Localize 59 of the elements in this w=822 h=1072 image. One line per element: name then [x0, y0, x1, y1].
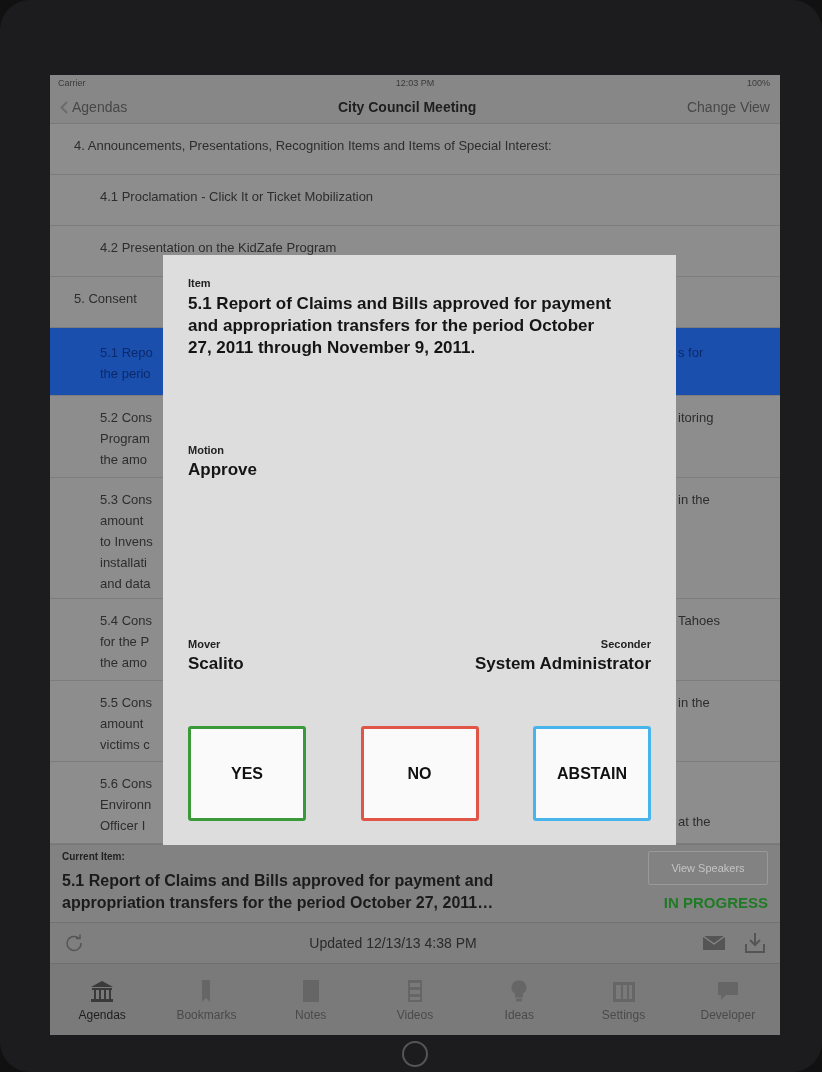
download-icon[interactable]	[744, 932, 766, 954]
agenda-item-text: 4.1 Proclamation - Click It or Ticket Mobilization	[100, 188, 374, 206]
mover-label: Mover	[188, 638, 222, 650]
view-speakers-button[interactable]: View Speakers	[648, 851, 768, 885]
tab-item[interactable]: Agendas	[57, 977, 148, 1022]
agenda-item-text: to Invens	[100, 532, 153, 551]
back-link[interactable]: Agendas	[60, 99, 128, 115]
current-item-text: 5.1 Report of Claims and Bills approved for payment and appropriation transfers for the period October 27, 2011…	[62, 871, 495, 913]
agenda-item-text: in the	[678, 490, 711, 509]
updated-label: Updated 12/13/13 4:38 PM	[308, 935, 478, 951]
vote-button[interactable]: ABSTAIN	[533, 726, 651, 821]
chevron-left-icon	[60, 100, 68, 114]
agenda-item-text: s for	[678, 344, 705, 362]
agenda-item-text: amount	[100, 511, 145, 530]
item-label: Item	[188, 277, 212, 289]
battery-label: 100%	[746, 78, 770, 88]
agenda-row[interactable]: 4.1 Proclamation - Click It or Ticket Mobilization	[50, 175, 780, 226]
agenda-item-text: in the	[678, 693, 711, 712]
change-view-link[interactable]: Change View	[686, 99, 770, 115]
clock-label: 12:03 PM	[395, 78, 435, 88]
agenda-item-text: 5.2 Cons	[100, 409, 153, 428]
agenda-item-text: 5.5 Cons	[100, 693, 153, 712]
agenda-item-text: 5.6 Cons	[100, 775, 153, 794]
agenda-item-text: 4. Announcements, Presentations, Recognition Items and Items of Special Interest:	[74, 137, 552, 155]
agenda-item-text: 5.4 Cons	[100, 611, 153, 630]
home-button[interactable]	[402, 1041, 428, 1067]
vote-button[interactable]: YES	[188, 726, 306, 821]
motion-value: Approve	[188, 460, 258, 480]
item-text: 5.1 Report of Claims and Bills approved for payment and appropriation transfers for the period October 27, 2011 through November 9, 2011.	[188, 293, 613, 359]
screen-title: City Council Meeting	[337, 99, 477, 115]
agenda-item-text: and data	[100, 574, 152, 593]
agenda-item-text: amount	[100, 714, 145, 733]
refresh-icon[interactable]	[64, 933, 84, 953]
agenda-item-text: 5.3 Cons	[100, 490, 153, 509]
agenda-item-text: itoring	[678, 409, 715, 428]
agenda-item-text: victims c	[100, 735, 151, 754]
agenda-item-text: for the P	[100, 632, 151, 651]
seconder-label: Seconder	[600, 638, 651, 650]
seconder-value: System Administrator	[474, 654, 651, 674]
carrier-label: Carrier	[58, 78, 86, 88]
agenda-item-text: at the	[678, 813, 712, 831]
agenda-item-text: the amo	[100, 653, 148, 672]
agenda-item-text: the amo	[100, 451, 148, 470]
agenda-item-text: Environn	[100, 796, 153, 815]
mover-value: Scalito	[188, 654, 244, 674]
agenda-item-text: the perio	[100, 365, 152, 383]
agenda-item-text: 5.1 Repo	[100, 344, 153, 362]
agenda-item-text: Program	[100, 430, 151, 449]
mail-icon[interactable]	[702, 934, 726, 952]
motion-label: Motion	[188, 444, 226, 456]
agenda-item-text: installati	[100, 553, 148, 572]
agenda-item-text: Tahoes	[678, 611, 721, 630]
vote-button[interactable]: NO	[360, 726, 479, 821]
agenda-item-text: 5. Consent	[74, 290, 137, 308]
agenda-item-text: 4.2 Presentation on the KidZafe Program	[100, 239, 337, 257]
current-item-label: Current Item:	[62, 851, 126, 862]
agenda-item-text: Officer I	[100, 817, 147, 836]
status-label: IN PROGRESS	[663, 894, 768, 911]
agenda-row[interactable]: 4. Announcements, Presentations, Recognition Items and Items of Special Interest:	[50, 124, 780, 175]
